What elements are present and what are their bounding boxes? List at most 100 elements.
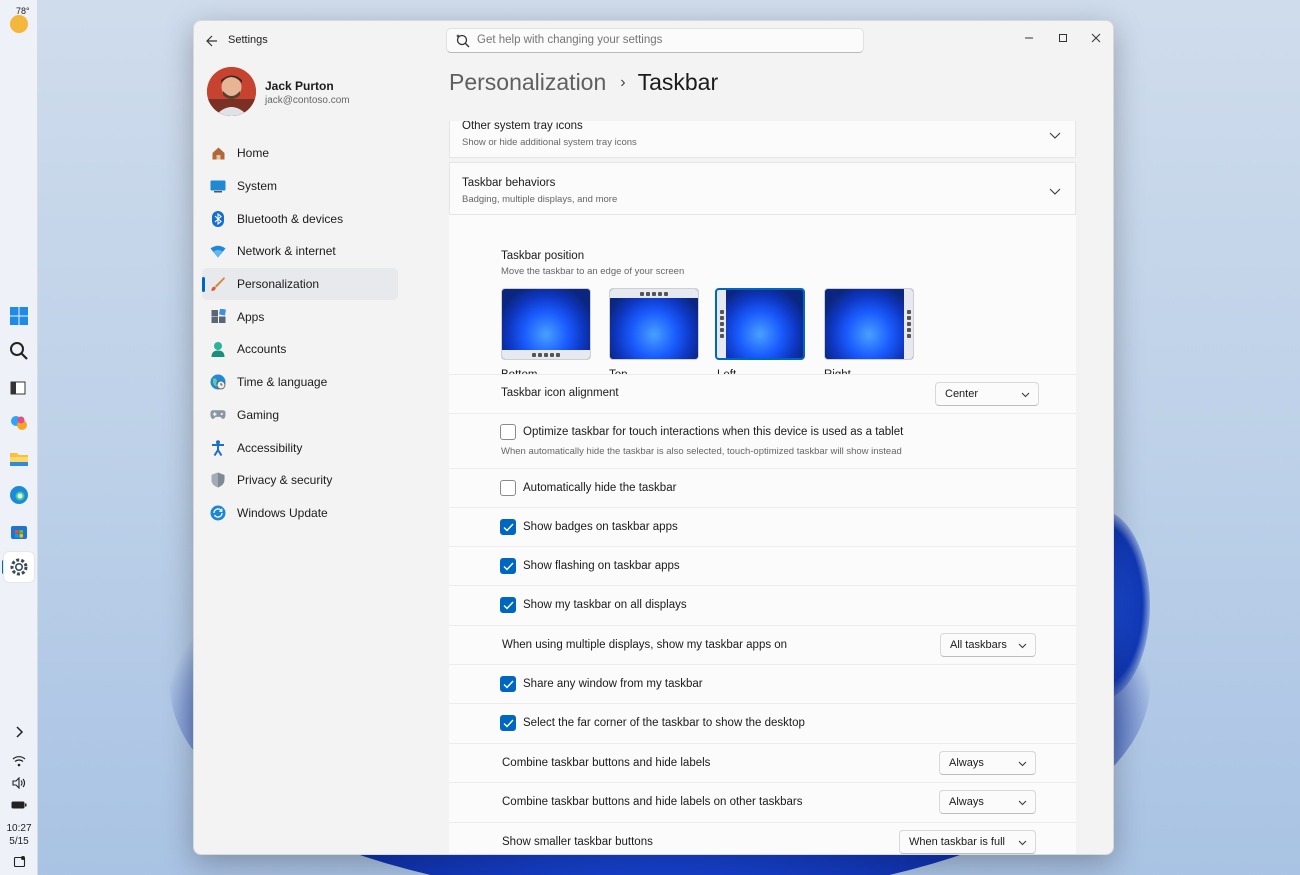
clock-time[interactable]: 10:27: [0, 822, 38, 835]
wallpaper-thumbnail: [825, 289, 913, 359]
icon-alignment-row: Taskbar icon alignment Center: [449, 374, 1076, 413]
title-bar: Settings: [194, 21, 1113, 61]
section-subtitle: Badging, multiple displays, and more: [462, 194, 618, 205]
sidebar-item-windows-update[interactable]: Windows Update: [202, 497, 398, 530]
far-corner-row: Select the far corner of the taskbar to …: [449, 703, 1076, 743]
close-button[interactable]: [1080, 27, 1112, 49]
checkbox-label: Share any window from my taskbar: [523, 678, 703, 690]
alignment-dropdown[interactable]: Center: [935, 382, 1039, 406]
sidebar-item-label: Time & language: [237, 375, 328, 390]
touch-optimize-checkbox[interactable]: [500, 424, 516, 440]
apps-icon: [210, 309, 226, 325]
start-icon[interactable]: [8, 305, 30, 327]
sidebar-item-gaming[interactable]: Gaming: [202, 399, 398, 432]
notification-icon[interactable]: [10, 853, 28, 869]
badges-row: Show badges on taskbar apps: [449, 507, 1076, 546]
app-title: Settings: [228, 34, 268, 46]
volume-icon[interactable]: [10, 775, 28, 791]
edge-icon[interactable]: [8, 484, 30, 506]
all-displays-checkbox[interactable]: [500, 597, 516, 613]
sidebar-item-label: Privacy & security: [237, 473, 333, 488]
sidebar-item-accessibility[interactable]: Accessibility: [202, 431, 398, 464]
section-subtitle: Show or hide additional system tray icon…: [462, 137, 637, 148]
sidebar-item-label: Apps: [237, 309, 265, 324]
checkbox-label: Show my taskbar on all displays: [523, 599, 687, 611]
clock-date[interactable]: 5/15: [0, 835, 38, 848]
combine-other-dropdown[interactable]: Always: [939, 790, 1036, 814]
sidebar-item-network[interactable]: Network & internet: [202, 235, 398, 268]
wallpaper-thumbnail: [610, 289, 698, 359]
sidebar-item-apps[interactable]: Apps: [202, 300, 398, 333]
search-box[interactable]: [446, 28, 864, 53]
store-icon[interactable]: [8, 520, 30, 542]
flashing-checkbox[interactable]: [500, 558, 516, 574]
combine-other-row: Combine taskbar buttons and hide labels …: [449, 782, 1076, 822]
accounts-icon: [210, 341, 226, 358]
minimize-button[interactable]: [1013, 27, 1045, 49]
taskbar-preview: [610, 289, 698, 298]
share-window-checkbox[interactable]: [500, 676, 516, 692]
autohide-checkbox[interactable]: [500, 480, 516, 496]
position-option-bottom[interactable]: [501, 288, 591, 360]
checkbox-label: Automatically hide the taskbar: [523, 482, 677, 494]
breadcrumb-parent[interactable]: Personalization: [449, 69, 606, 96]
avatar[interactable]: [207, 67, 256, 116]
setting-label: Show smaller taskbar buttons: [502, 836, 653, 848]
tray-icons-section[interactable]: Other system tray icons Show or hide add…: [449, 121, 1076, 158]
multi-display-dropdown[interactable]: All taskbars: [940, 633, 1036, 657]
wallpaper-thumbnail: [717, 290, 803, 358]
profile-name: Jack Purton: [265, 79, 334, 93]
sidebar-item-bluetooth[interactable]: Bluetooth & devices: [202, 202, 398, 235]
update-icon: [210, 505, 226, 521]
sidebar-item-system[interactable]: System: [202, 170, 398, 203]
sidebar-item-label: Home: [237, 146, 270, 161]
checkbox-label: Show flashing on taskbar apps: [523, 560, 680, 572]
taskbar-behaviors-section[interactable]: Taskbar behaviors Badging, multiple disp…: [449, 162, 1076, 215]
taskbar-preview: [502, 350, 590, 359]
setting-label: When using multiple displays, show my ta…: [502, 639, 788, 651]
flashing-row: Show flashing on taskbar apps: [449, 546, 1076, 585]
wallpaper-thumbnail: [502, 289, 590, 359]
sidebar-item-accounts[interactable]: Accounts: [202, 333, 398, 366]
chevron-down-icon[interactable]: [1049, 128, 1061, 140]
search-input[interactable]: [477, 34, 857, 46]
battery-icon[interactable]: [10, 797, 28, 813]
search-icon[interactable]: [8, 340, 30, 362]
settings-gear-icon[interactable]: [4, 552, 34, 582]
sidebar-item-personalization[interactable]: Personalization: [202, 267, 398, 301]
smaller-buttons-dropdown[interactable]: When taskbar is full: [899, 830, 1036, 854]
temperature: 78°: [16, 6, 30, 16]
dropdown-value: Always: [949, 757, 984, 769]
weather-widget[interactable]: 78°: [8, 6, 32, 33]
sidebar-item-label: Personalization: [237, 277, 320, 292]
chevron-down-icon: [1021, 390, 1030, 399]
sidebar-item-privacy[interactable]: Privacy & security: [202, 464, 398, 497]
back-arrow-icon[interactable]: [204, 33, 220, 49]
position-option-left[interactable]: [715, 288, 805, 360]
maximize-button[interactable]: [1047, 27, 1079, 49]
file-explorer-icon[interactable]: [8, 448, 30, 470]
gamepad-icon: [210, 407, 226, 423]
badges-checkbox[interactable]: [500, 519, 516, 535]
chevron-up-icon[interactable]: [1049, 184, 1061, 196]
sidebar-item-label: Network & internet: [237, 244, 336, 259]
checkbox-note: When automatically hide the taskbar is a…: [501, 446, 902, 457]
sidebar-item-time-language[interactable]: Time & language: [202, 366, 398, 399]
task-view-icon[interactable]: [8, 377, 30, 399]
dropdown-value: Always: [949, 796, 984, 808]
position-option-top[interactable]: [609, 288, 699, 360]
position-option-right[interactable]: [824, 288, 914, 360]
chevron-down-icon: [1018, 759, 1027, 768]
sidebar-item-home[interactable]: Home: [202, 137, 398, 170]
combine-dropdown[interactable]: Always: [939, 751, 1036, 775]
sidebar-item-label: Windows Update: [237, 505, 328, 520]
checkbox-label: Show badges on taskbar apps: [523, 521, 678, 533]
copilot-icon[interactable]: [8, 412, 30, 434]
chevron-right-icon[interactable]: [10, 724, 28, 740]
checkbox-label: Select the far corner of the taskbar to …: [523, 717, 805, 729]
settings-content: Other system tray icons Show or hide add…: [449, 121, 1076, 854]
system-icon: [210, 178, 226, 194]
far-corner-checkbox[interactable]: [500, 715, 516, 731]
touch-optimize-row: Optimize taskbar for touch interactions …: [449, 413, 1076, 468]
wifi-icon[interactable]: [10, 753, 28, 769]
